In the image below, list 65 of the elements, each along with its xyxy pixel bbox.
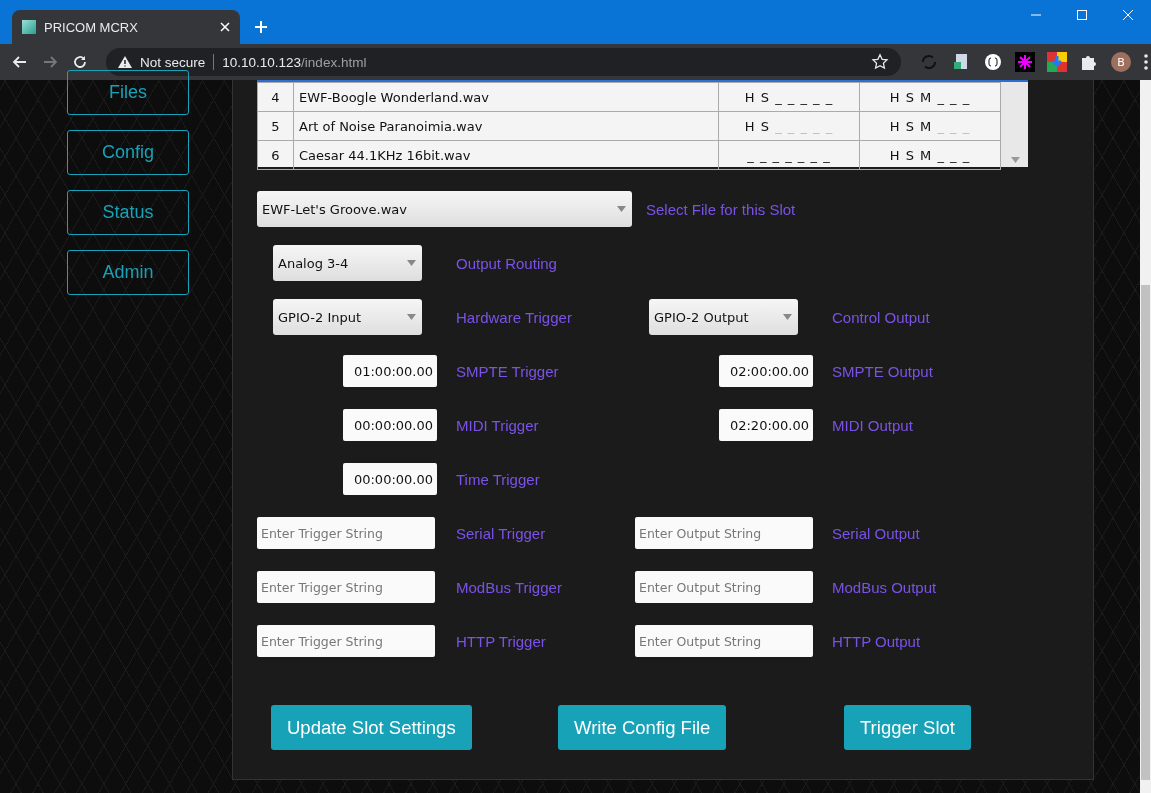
dropdown[interactable]: GPIO-2 Output (649, 299, 798, 335)
table-cell: H S _ _ _ _ _ (718, 82, 860, 112)
menu-icon[interactable] (1143, 52, 1149, 72)
field-label: ModBus Trigger (456, 578, 563, 596)
table-cell: H S M _ _ _ (859, 111, 1001, 141)
address-bar[interactable]: Not secure 10.10.10.123/index.html (106, 48, 901, 76)
table-cell: 4 (257, 82, 294, 112)
caret-icon (617, 206, 626, 212)
field-label: MIDI Trigger (456, 416, 540, 434)
field-label: Select File for this Slot (646, 200, 796, 218)
field-label: Serial Trigger (456, 524, 547, 542)
star-icon[interactable] (871, 53, 889, 71)
nav-button[interactable]: Config (67, 130, 189, 175)
profile-avatar[interactable]: B (1111, 52, 1131, 72)
field-label: HTTP Trigger (456, 632, 547, 650)
table-cell: H S M _ _ _ (859, 82, 1001, 112)
input-field[interactable]: Enter Output String (635, 625, 813, 657)
time-field[interactable]: 02:20:00.00 (719, 409, 813, 441)
time-field[interactable]: 00:00:00.00 (343, 409, 437, 441)
field-label: Hardware Trigger (456, 308, 573, 326)
file-dropdown[interactable]: EWF-Let's Groove.wav (257, 191, 632, 227)
field-label: Control Output (832, 308, 931, 326)
braces-icon[interactable] (983, 52, 1003, 72)
new-tab-icon[interactable] (254, 20, 268, 34)
field-label: MIDI Output (832, 416, 914, 434)
nav-button[interactable]: Admin (67, 250, 189, 295)
nav-button[interactable]: Files (67, 70, 189, 115)
field-label: SMPTE Output (832, 362, 934, 380)
input-field[interactable]: Enter Output String (635, 517, 813, 549)
field-label: SMPTE Trigger (456, 362, 560, 380)
time-field[interactable]: 01:00:00.00 (343, 355, 437, 387)
caret-icon (407, 260, 416, 266)
asterisk-icon[interactable] (1015, 52, 1035, 72)
table-cell: H S _ _ _ _ _ (718, 111, 860, 141)
table-cell: Caesar 44.1KHz 16bit.wav (293, 140, 719, 170)
warning-icon (118, 56, 132, 68)
table-cell: _ _ _ _ _ _ _ (718, 140, 860, 170)
input-field[interactable]: Enter Trigger String (257, 517, 435, 549)
table-cell: H S M _ _ _ (859, 140, 1001, 170)
dropdown[interactable]: GPIO-2 Input (273, 299, 422, 335)
table-cell: EWF-Boogle Wonderland.wav (293, 82, 719, 112)
favicon-icon (22, 20, 36, 34)
caret-icon (783, 314, 792, 320)
url-text: 10.10.10.123/index.html (222, 54, 368, 70)
field-label: ModBus Output (832, 578, 938, 596)
close-icon[interactable] (220, 22, 230, 32)
browser-tab[interactable]: PRICOM MCRX (12, 10, 240, 44)
table-cell: Art of Noise Paranoimia.wav (293, 111, 719, 141)
field-label: Output Routing (456, 254, 558, 272)
table-cell: 5 (257, 111, 294, 141)
table-cell: 6 (257, 140, 294, 170)
time-field[interactable]: 02:00:00.00 (719, 355, 813, 387)
input-field[interactable]: Enter Output String (635, 571, 813, 603)
field-label: HTTP Output (832, 632, 922, 650)
field-label: Serial Output (832, 524, 921, 542)
download-icon[interactable] (1047, 52, 1067, 72)
input-field[interactable]: Enter Trigger String (257, 625, 435, 657)
caret-icon (407, 314, 416, 320)
security-label: Not secure (140, 54, 206, 70)
table-scrollbar[interactable] (1001, 82, 1028, 167)
input-field[interactable]: Enter Trigger String (257, 571, 435, 603)
field-label: Time Trigger (456, 470, 541, 488)
nav-button[interactable]: Status (67, 190, 189, 235)
time-field[interactable]: 00:00:00.00 (343, 463, 437, 495)
dropdown[interactable]: Analog 3-4 (273, 245, 422, 281)
